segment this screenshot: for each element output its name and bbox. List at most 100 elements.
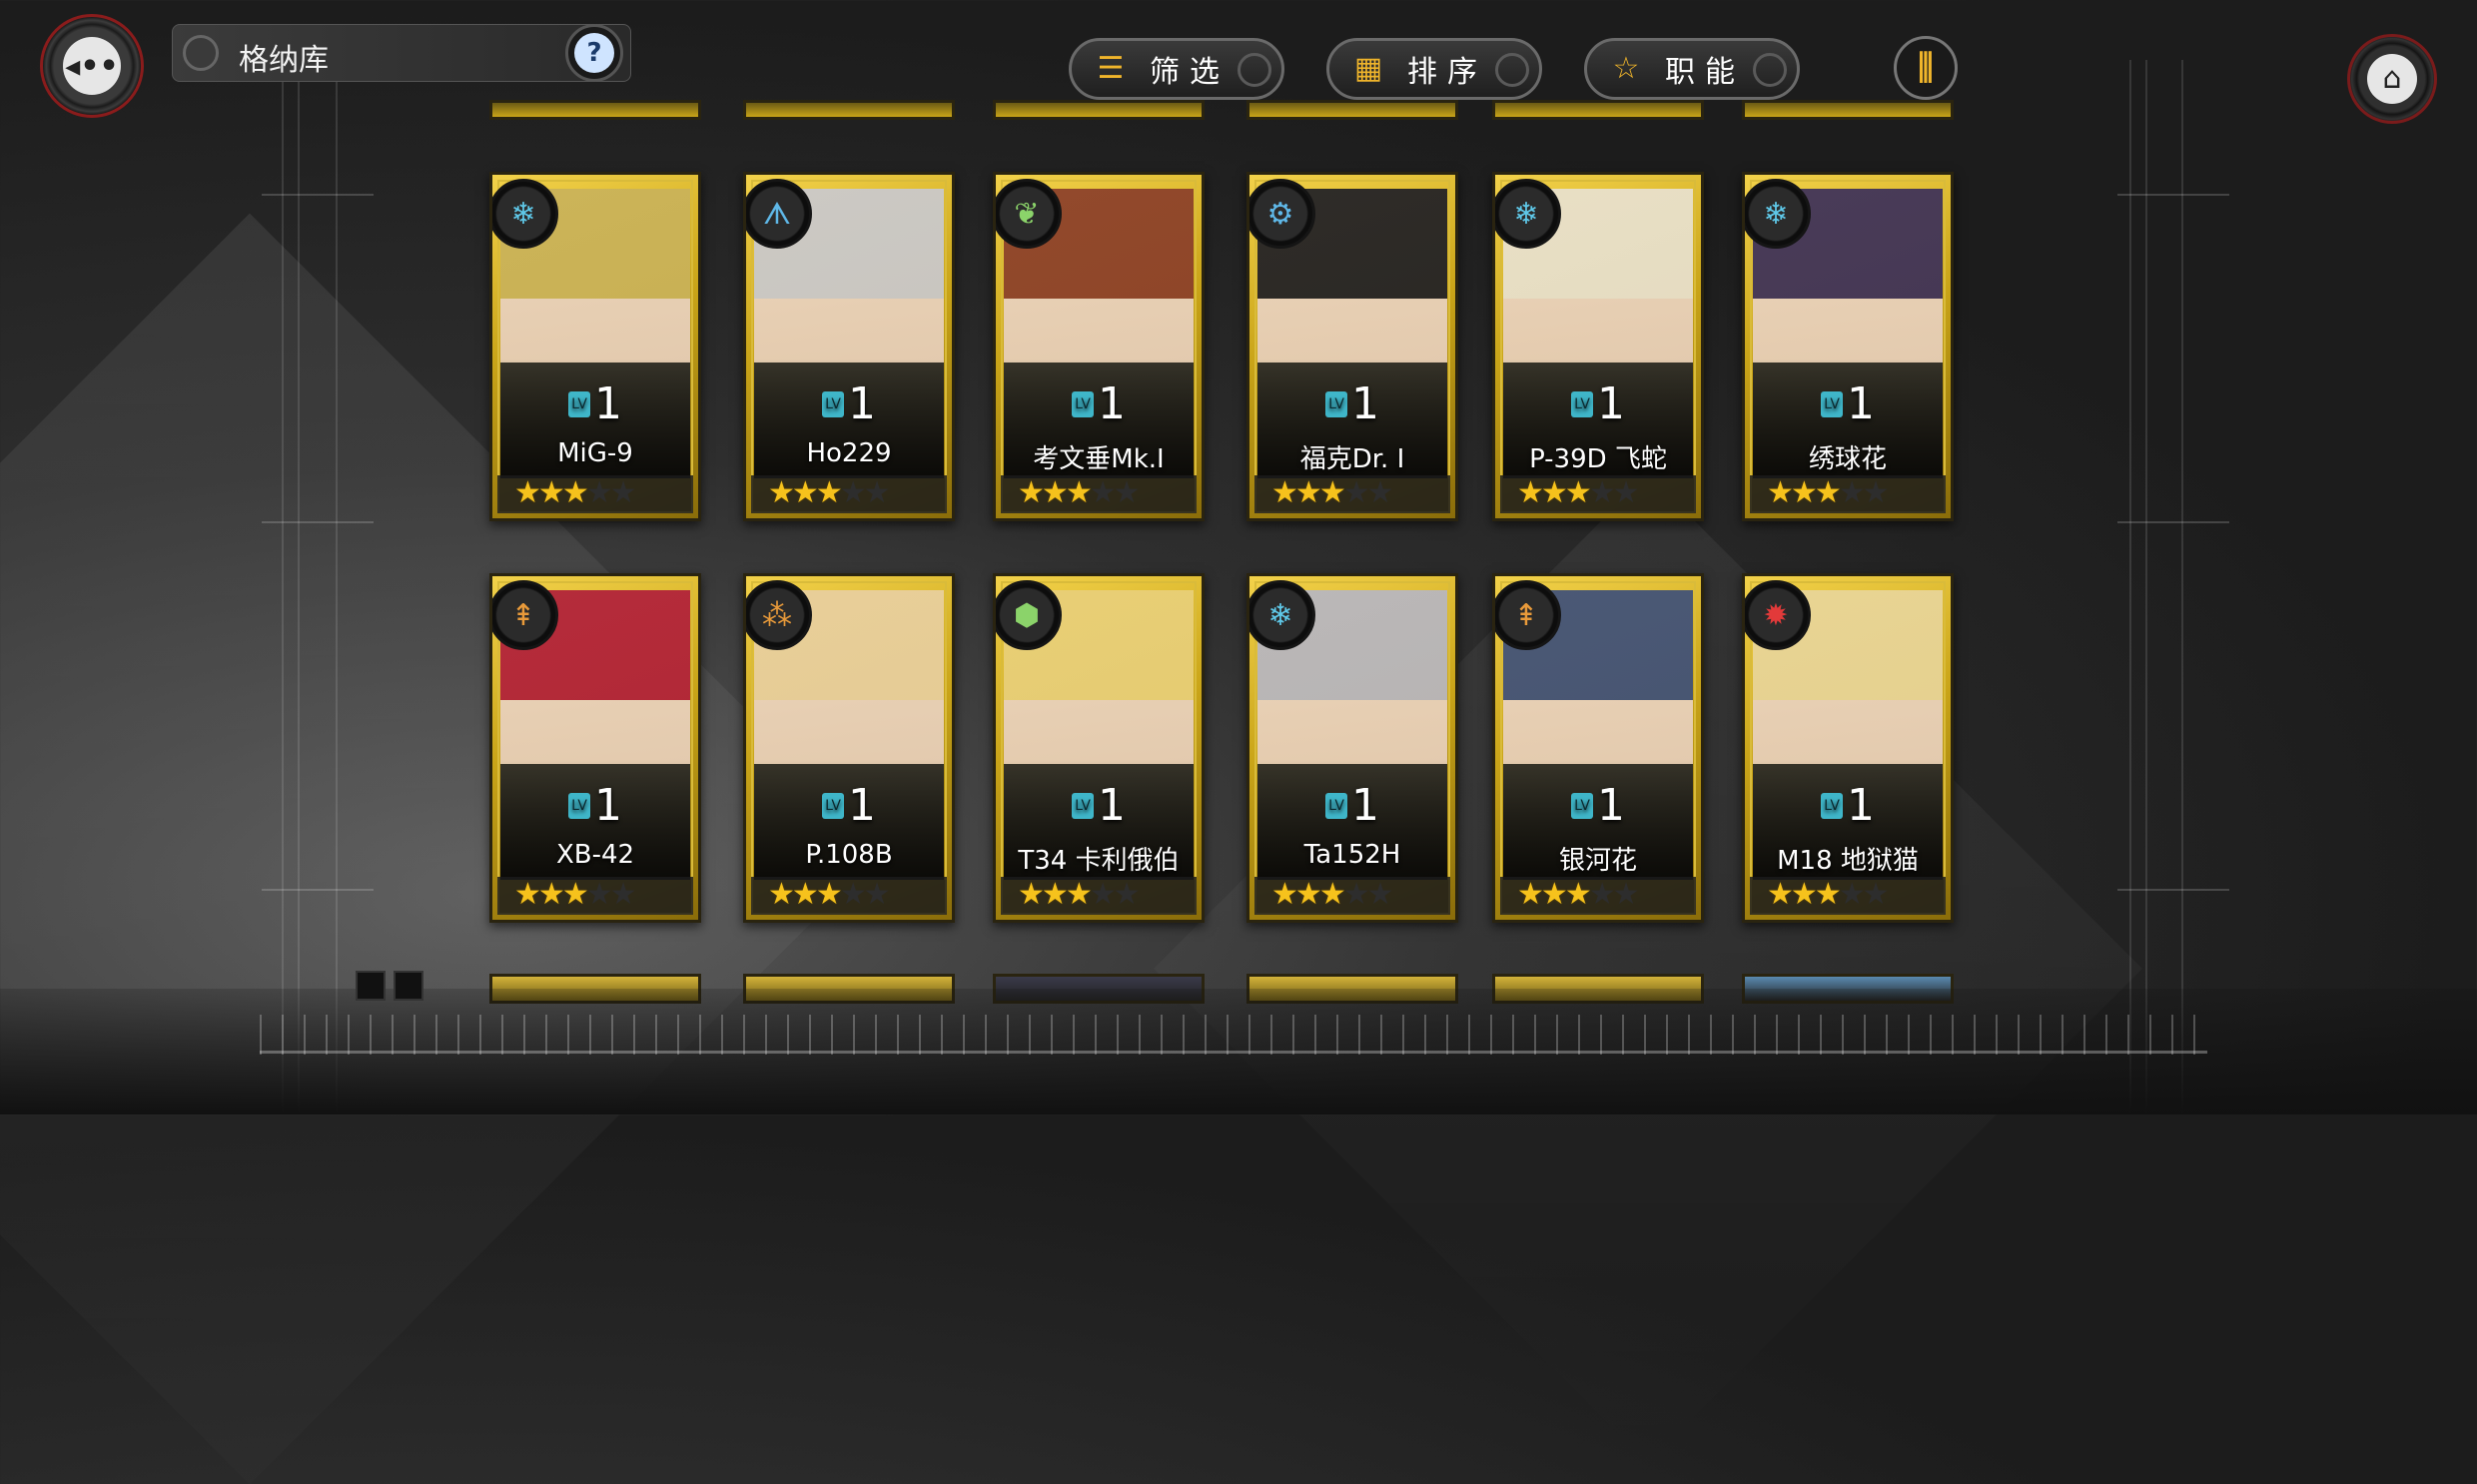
character-card[interactable]: ❄ LV 1 绣球花 ★★★★★ (1742, 172, 1954, 521)
character-name: Ho229 (806, 438, 892, 468)
star-filled-icon: ★ (1065, 877, 1093, 912)
star-empty-icon: ★ (1089, 475, 1117, 510)
level-value: 1 (1098, 378, 1126, 429)
card-partial[interactable] (993, 100, 1205, 120)
home-button[interactable]: ⌂ (2347, 34, 2437, 124)
level-tag-icon: LV (1571, 391, 1593, 417)
star-filled-icon: ★ (1041, 877, 1069, 912)
star-filled-icon: ★ (1517, 877, 1544, 912)
order-toggle-button[interactable]: ⫼ (1894, 36, 1958, 100)
background-line (282, 60, 284, 1114)
star-filled-icon: ★ (1790, 475, 1818, 510)
star-rating: ★★★★★ (1018, 475, 1141, 510)
character-name: M18 地狱猫 (1777, 846, 1919, 876)
back-button[interactable]: ◂•• (40, 14, 144, 118)
level-tag-icon: LV (1821, 391, 1843, 417)
background-line (2117, 194, 2229, 196)
grid-sort-icon: ▦ (1353, 51, 1383, 86)
character-card[interactable]: ⇞ LV 1 银河花 ★★★★★ (1492, 573, 1704, 923)
card-partial[interactable] (1246, 100, 1458, 120)
star-empty-icon: ★ (1838, 877, 1866, 912)
star-rating: ★★★★★ (1271, 475, 1394, 510)
star-filled-icon: ★ (537, 877, 565, 912)
star-filled-icon: ★ (1294, 475, 1322, 510)
character-card[interactable]: ⁂ LV 1 P.108B ★★★★★ (743, 573, 955, 923)
character-card[interactable]: ❄ LV 1 MiG-9 ★★★★★ (489, 172, 701, 521)
star-filled-icon: ★ (1018, 877, 1045, 912)
level-tag-icon: LV (1821, 793, 1843, 819)
star-rating: ★★★★★ (514, 475, 637, 510)
question-icon: ? (574, 33, 614, 73)
role-button[interactable]: ☆ 职能 (1584, 38, 1800, 100)
missile-icon: ⇞ (1495, 580, 1561, 650)
character-name: T34 卡利俄伯 (1018, 846, 1180, 876)
star-filled-icon: ★ (537, 475, 565, 510)
character-name: Ta152H (1303, 840, 1401, 870)
background-line (298, 60, 300, 1114)
sort-label: 排序 (1407, 55, 1487, 90)
level-tag-icon: LV (1325, 793, 1347, 819)
character-card[interactable]: ✹ LV 1 M18 地狱猫 ★★★★★ (1742, 573, 1954, 923)
character-card[interactable]: ⇞ LV 1 XB-42 ★★★★★ (489, 573, 701, 923)
star-filled-icon: ★ (1540, 475, 1568, 510)
level-tag-icon: LV (822, 793, 844, 819)
character-name: MiG-9 (557, 438, 633, 468)
background-line (2117, 521, 2229, 523)
character-card[interactable]: ⬢ LV 1 T34 卡利俄伯 ★★★★★ (993, 573, 1205, 923)
character-name: P.108B (805, 840, 893, 870)
filter-button[interactable]: ☰ 筛选 (1069, 38, 1284, 100)
star-rating: ★★★★★ (514, 877, 637, 912)
help-button[interactable]: ? (565, 24, 623, 82)
star-empty-icon: ★ (1588, 877, 1616, 912)
card-partial[interactable] (743, 100, 955, 120)
cog-decor-icon (1238, 53, 1271, 87)
star-filled-icon: ★ (768, 475, 795, 510)
star-filled-icon: ★ (1517, 475, 1544, 510)
star-filled-icon: ★ (1271, 877, 1298, 912)
star-empty-icon: ★ (1612, 475, 1640, 510)
star-empty-icon: ★ (609, 475, 637, 510)
star-empty-icon: ★ (863, 475, 891, 510)
snowflake-icon: ❄ (1495, 179, 1561, 249)
missile-icon: ⇞ (492, 580, 558, 650)
card-partial[interactable] (489, 100, 701, 120)
level-display: LV 1 (1495, 780, 1701, 831)
sort-button[interactable]: ▦ 排序 (1326, 38, 1542, 100)
star-filled-icon: ★ (1018, 475, 1045, 510)
level-value: 1 (1098, 780, 1126, 831)
level-value: 1 (1351, 378, 1379, 429)
character-card[interactable]: ⚙ LV 1 福克Dr. I ★★★★★ (1246, 172, 1458, 521)
character-card[interactable]: ᗑ LV 1 Ho229 ★★★★★ (743, 172, 955, 521)
cog-decor-icon (1753, 53, 1787, 87)
card-partial[interactable] (1742, 100, 1954, 120)
gear-ring-icon: ⚙ (1249, 179, 1315, 249)
gear-icon (183, 35, 219, 71)
decor-square (394, 971, 423, 1001)
character-card[interactable]: ❄ LV 1 P-39D 飞蛇 ★★★★★ (1492, 172, 1704, 521)
character-name: P-39D 飞蛇 (1529, 444, 1667, 474)
star-filled-icon: ★ (1318, 877, 1346, 912)
level-value: 1 (594, 378, 622, 429)
snowflake-icon: ❄ (492, 179, 558, 249)
background-line (336, 60, 338, 1114)
ruler-line (260, 1051, 2207, 1054)
level-value: 1 (848, 378, 876, 429)
page-title: 格纳库 (239, 43, 329, 78)
star-empty-icon: ★ (863, 877, 891, 912)
filter-lines-icon: ☰ (1097, 51, 1125, 86)
star-rating: ★★★★★ (1767, 475, 1890, 510)
star-filled-icon: ★ (514, 877, 541, 912)
background-line (262, 889, 374, 891)
star-filled-icon: ★ (1540, 877, 1568, 912)
character-card[interactable]: ❦ LV 1 考文垂Mk.I ★★★★★ (993, 172, 1205, 521)
cluster-icon: ⁂ (746, 580, 812, 650)
level-tag-icon: LV (1571, 793, 1593, 819)
star-filled-icon: ★ (1065, 475, 1093, 510)
level-value: 1 (1351, 780, 1379, 831)
star-filled-icon: ★ (1271, 475, 1298, 510)
star-rating: ★★★★★ (1271, 877, 1394, 912)
character-name: 银河花 (1558, 846, 1637, 876)
card-partial[interactable] (1492, 100, 1704, 120)
star-empty-icon: ★ (1089, 877, 1117, 912)
character-card[interactable]: ❄ LV 1 Ta152H ★★★★★ (1246, 573, 1458, 923)
